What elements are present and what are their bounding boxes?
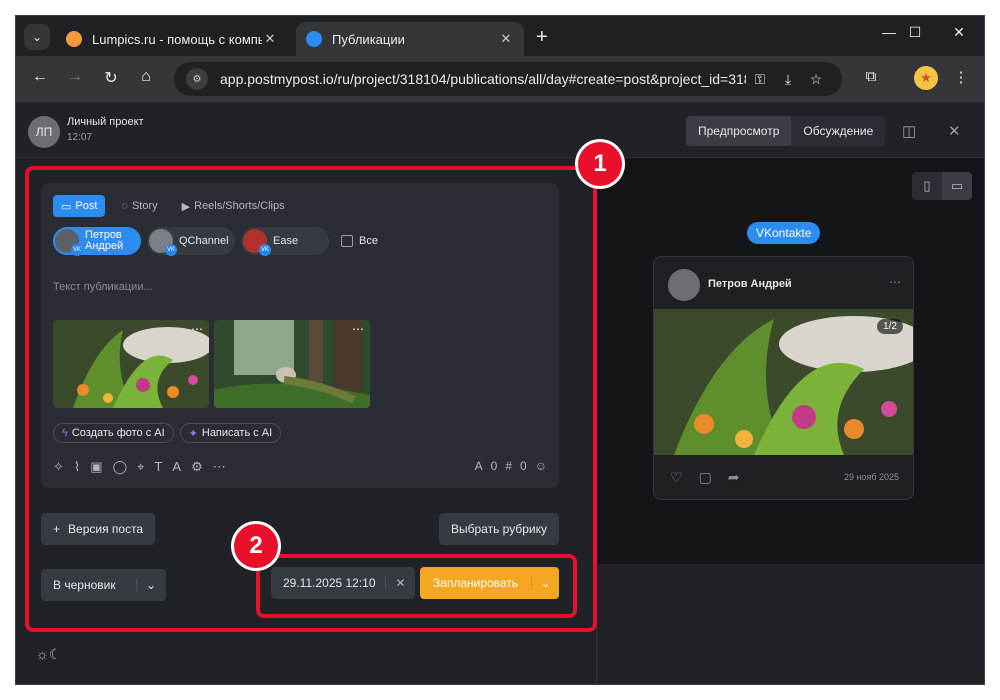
app-header: ЛП Личный проект 12:07 Предпросмотр Обсу…	[16, 102, 984, 158]
forward-icon[interactable]: →	[63, 68, 87, 86]
lumpics-favicon-icon	[66, 31, 82, 47]
like-icon[interactable]: ♡	[670, 469, 683, 486]
split-view-icon[interactable]: ◫	[902, 122, 916, 140]
maximize-icon[interactable]: ☐	[900, 24, 930, 41]
tab-discussion[interactable]: Обсуждение	[791, 116, 886, 146]
view-switcher: Предпросмотр Обсуждение	[686, 116, 886, 146]
annotation-frame-2	[256, 554, 577, 618]
tab-title: Lumpics.ru - помощь с компьютером	[92, 31, 262, 47]
close-icon[interactable]: ✕	[498, 31, 514, 47]
image-counter: 1/2	[877, 319, 903, 334]
extensions-icon[interactable]: ⧉	[858, 68, 884, 85]
project-avatar[interactable]: ЛП	[28, 116, 60, 148]
address-bar[interactable]: ⚙ app.postmypost.io/ru/project/318104/pu…	[174, 62, 842, 96]
project-time: 12:07	[67, 132, 93, 143]
tab-lumpics[interactable]: Lumpics.ru - помощь с компьютером ✕	[56, 22, 288, 56]
tab-title: Публикации	[332, 31, 405, 47]
close-icon[interactable]: ✕	[262, 31, 278, 47]
browser-menu-icon[interactable]: ⋮	[948, 68, 974, 86]
window-close-icon[interactable]: ✕	[944, 24, 974, 41]
install-app-icon[interactable]: ⤓	[774, 71, 802, 88]
project-name: Личный проект	[67, 116, 144, 128]
post-image	[654, 309, 913, 455]
bookmark-star-icon[interactable]: ☆	[802, 71, 830, 88]
comment-icon[interactable]: ▢	[699, 469, 712, 486]
browser-window: ⌄ Lumpics.ru - помощь с компьютером ✕ Пу…	[16, 16, 984, 684]
url-text[interactable]: app.postmypost.io/ru/project/318104/publ…	[220, 71, 746, 87]
more-icon[interactable]: ⋯	[889, 275, 901, 289]
close-editor-icon[interactable]: ✕	[948, 122, 961, 140]
desktop-icon[interactable]: ▭	[942, 172, 972, 200]
site-info-icon[interactable]: ⚙	[186, 68, 208, 90]
back-icon[interactable]: ←	[28, 68, 52, 86]
preview-panel-footer	[597, 564, 984, 684]
postmypost-favicon-icon	[306, 31, 322, 47]
annotation-badge-1: 1	[578, 142, 622, 186]
mobile-icon[interactable]: ▯	[912, 172, 942, 200]
post-author: Петров Андрей	[708, 278, 792, 290]
avatar	[668, 269, 700, 301]
post-date: 29 нояб 2025	[843, 472, 899, 482]
profile-avatar-icon[interactable]: ★	[914, 66, 938, 90]
annotation-badge-2: 2	[234, 524, 278, 568]
share-icon[interactable]: ➦	[728, 469, 740, 486]
tab-search-button[interactable]: ⌄	[24, 24, 50, 50]
device-toggle: ▯ ▭	[912, 172, 972, 200]
network-pill[interactable]: VKontakte	[747, 222, 821, 244]
tab-preview[interactable]: Предпросмотр	[686, 116, 792, 146]
post-actions: ♡ ▢ ➦	[670, 469, 740, 486]
tab-strip: ⌄ Lumpics.ru - помощь с компьютером ✕ Пу…	[16, 16, 984, 56]
password-key-icon[interactable]: ⚿	[746, 71, 774, 88]
preview-panel: ▯ ▭ VKontakte Петров Андрей ⋯ 1/2 ♡ ▢ ➦ …	[597, 158, 984, 564]
new-tab-icon[interactable]: +	[536, 26, 548, 49]
home-icon[interactable]: ⌂	[134, 68, 158, 86]
browser-toolbar: ← → ↻ ⌂ ⚙ app.postmypost.io/ru/project/3…	[16, 56, 984, 102]
post-preview: Петров Андрей ⋯ 1/2 ♡ ▢ ➦ 29 нояб 2025	[653, 256, 914, 500]
theme-toggle-icon[interactable]: ☼☾	[36, 646, 61, 663]
tab-publications[interactable]: Публикации ✕	[296, 22, 524, 56]
reload-icon[interactable]: ↻	[99, 68, 123, 88]
